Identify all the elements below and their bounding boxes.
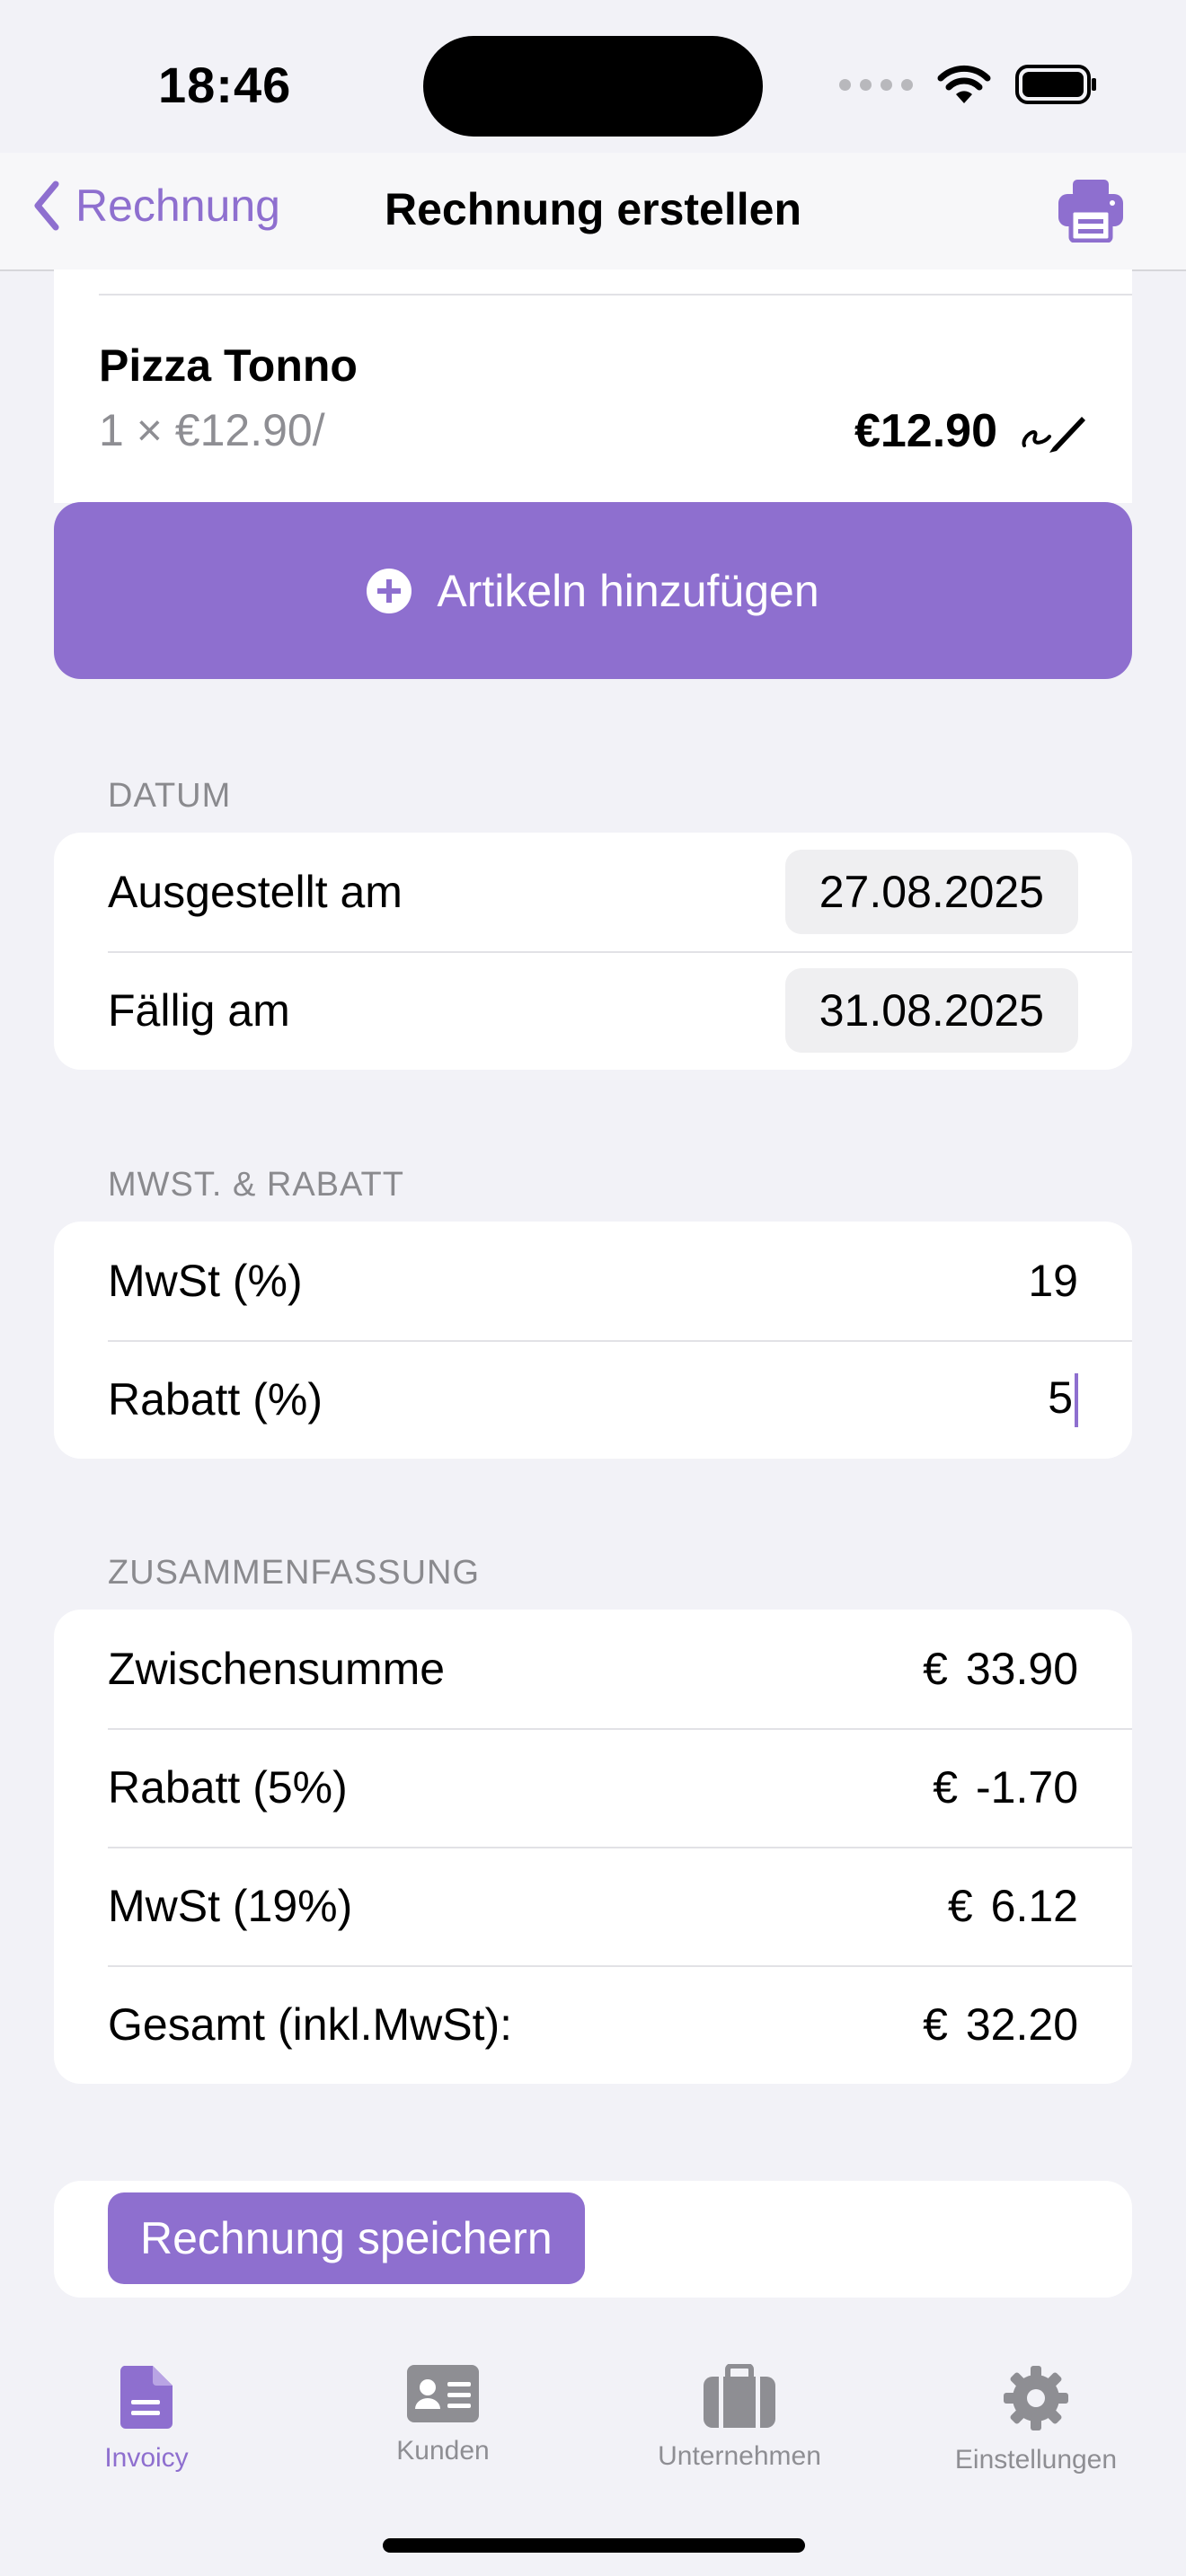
battery-icon xyxy=(1015,65,1096,104)
status-time: 18:46 xyxy=(158,57,292,113)
text-cursor xyxy=(1075,1373,1078,1428)
total-value: 32.20 xyxy=(965,1999,1078,2050)
tab-invoicy[interactable]: Invoicy xyxy=(30,2364,263,2474)
due-date-row: Fällig am 31.08.2025 xyxy=(54,951,1132,1070)
subtotal-label: Zwischensumme xyxy=(108,1644,446,1694)
subtotal-value: 33.90 xyxy=(965,1644,1078,1694)
tab-unternehmen[interactable]: Unternehmen xyxy=(623,2364,856,2472)
discount-amount-label: Rabatt (5%) xyxy=(108,1762,348,1813)
currency-symbol: € xyxy=(923,1644,948,1694)
tax-discount-group: MwSt (%) 19 Rabatt (%) 5 xyxy=(54,1222,1132,1459)
plus-circle-icon xyxy=(367,568,412,613)
cellular-dots-icon xyxy=(839,78,913,91)
issued-date-row: Ausgestellt am 27.08.2025 xyxy=(54,833,1132,951)
currency-symbol: € xyxy=(947,1881,973,1931)
discount-input-value: 5 xyxy=(1048,1372,1073,1423)
dynamic-island xyxy=(423,36,763,137)
tab-kunden[interactable]: Kunden xyxy=(326,2364,560,2466)
wifi-icon xyxy=(937,65,991,103)
vat-amount-label: MwSt (19%) xyxy=(108,1881,353,1931)
due-date-label: Fällig am xyxy=(108,985,290,1036)
tab-einstellungen[interactable]: Einstellungen xyxy=(919,2364,1153,2475)
tab-label-einstellungen: Einstellungen xyxy=(954,2445,1118,2475)
discount-amount-value: -1.70 xyxy=(976,1762,1078,1813)
vat-label: MwSt (%) xyxy=(108,1256,303,1306)
pencil-icon xyxy=(1022,417,1085,453)
issued-date-label: Ausgestellt am xyxy=(108,867,403,917)
document-icon xyxy=(119,2366,173,2429)
page-title: Rechnung erstellen xyxy=(385,184,801,234)
vat-amount-value: 6.12 xyxy=(990,1881,1078,1931)
item-divider xyxy=(99,294,1132,296)
total-row: Gesamt (inkl.MwSt): €32.20 xyxy=(54,1965,1132,2084)
gear-icon xyxy=(1004,2366,1068,2430)
currency-symbol: € xyxy=(933,1762,959,1813)
section-header-summary: ZUSAMMENFASSUNG xyxy=(108,1554,481,1592)
due-date-picker[interactable]: 31.08.2025 xyxy=(784,968,1078,1053)
home-indicator xyxy=(383,2538,805,2553)
section-header-date: DATUM xyxy=(108,777,232,815)
total-label: Gesamt (inkl.MwSt): xyxy=(108,1999,513,2050)
briefcase-icon xyxy=(704,2364,775,2428)
printer-icon xyxy=(1058,180,1123,243)
date-group: Ausgestellt am 27.08.2025 Fällig am 31.0… xyxy=(54,833,1132,1070)
vat-amount-row: MwSt (19%) €6.12 xyxy=(54,1847,1132,1965)
save-invoice-button[interactable]: Rechnung speichern xyxy=(108,2192,585,2284)
status-indicators xyxy=(839,63,1098,106)
contact-card-icon xyxy=(407,2365,479,2422)
add-items-button[interactable]: Artikeln hinzufügen xyxy=(54,502,1132,679)
summary-group: Zwischensumme €33.90 Rabatt (5%) € -1.70 … xyxy=(54,1610,1132,2084)
edit-item-button[interactable] xyxy=(1019,404,1087,458)
tab-label-unternehmen: Unternehmen xyxy=(658,2441,821,2471)
subtotal-row: Zwischensumme €33.90 xyxy=(54,1610,1132,1728)
currency-symbol: € xyxy=(923,1999,948,2050)
print-button[interactable] xyxy=(1057,178,1125,243)
vat-row: MwSt (%) 19 xyxy=(54,1222,1132,1340)
section-header-tax: MWST. & RABATT xyxy=(108,1166,404,1204)
tab-label-kunden: Kunden xyxy=(396,2436,490,2466)
vat-input[interactable]: 19 xyxy=(1028,1255,1078,1307)
discount-row: Rabatt (%) 5 xyxy=(54,1340,1132,1459)
item-name: Pizza Tonno xyxy=(99,340,358,391)
discount-input[interactable]: 5 xyxy=(1048,1372,1078,1428)
item-quantity-price: 1 × €12.90/ xyxy=(99,405,325,455)
tab-label-invoicy: Invoicy xyxy=(104,2443,189,2473)
item-total: €12.90 xyxy=(854,405,997,457)
discount-amount-row: Rabatt (5%) € -1.70 xyxy=(54,1728,1132,1847)
discount-label: Rabatt (%) xyxy=(108,1374,323,1425)
add-items-label: Artikeln hinzufügen xyxy=(437,565,819,616)
issued-date-picker[interactable]: 27.08.2025 xyxy=(784,850,1078,934)
